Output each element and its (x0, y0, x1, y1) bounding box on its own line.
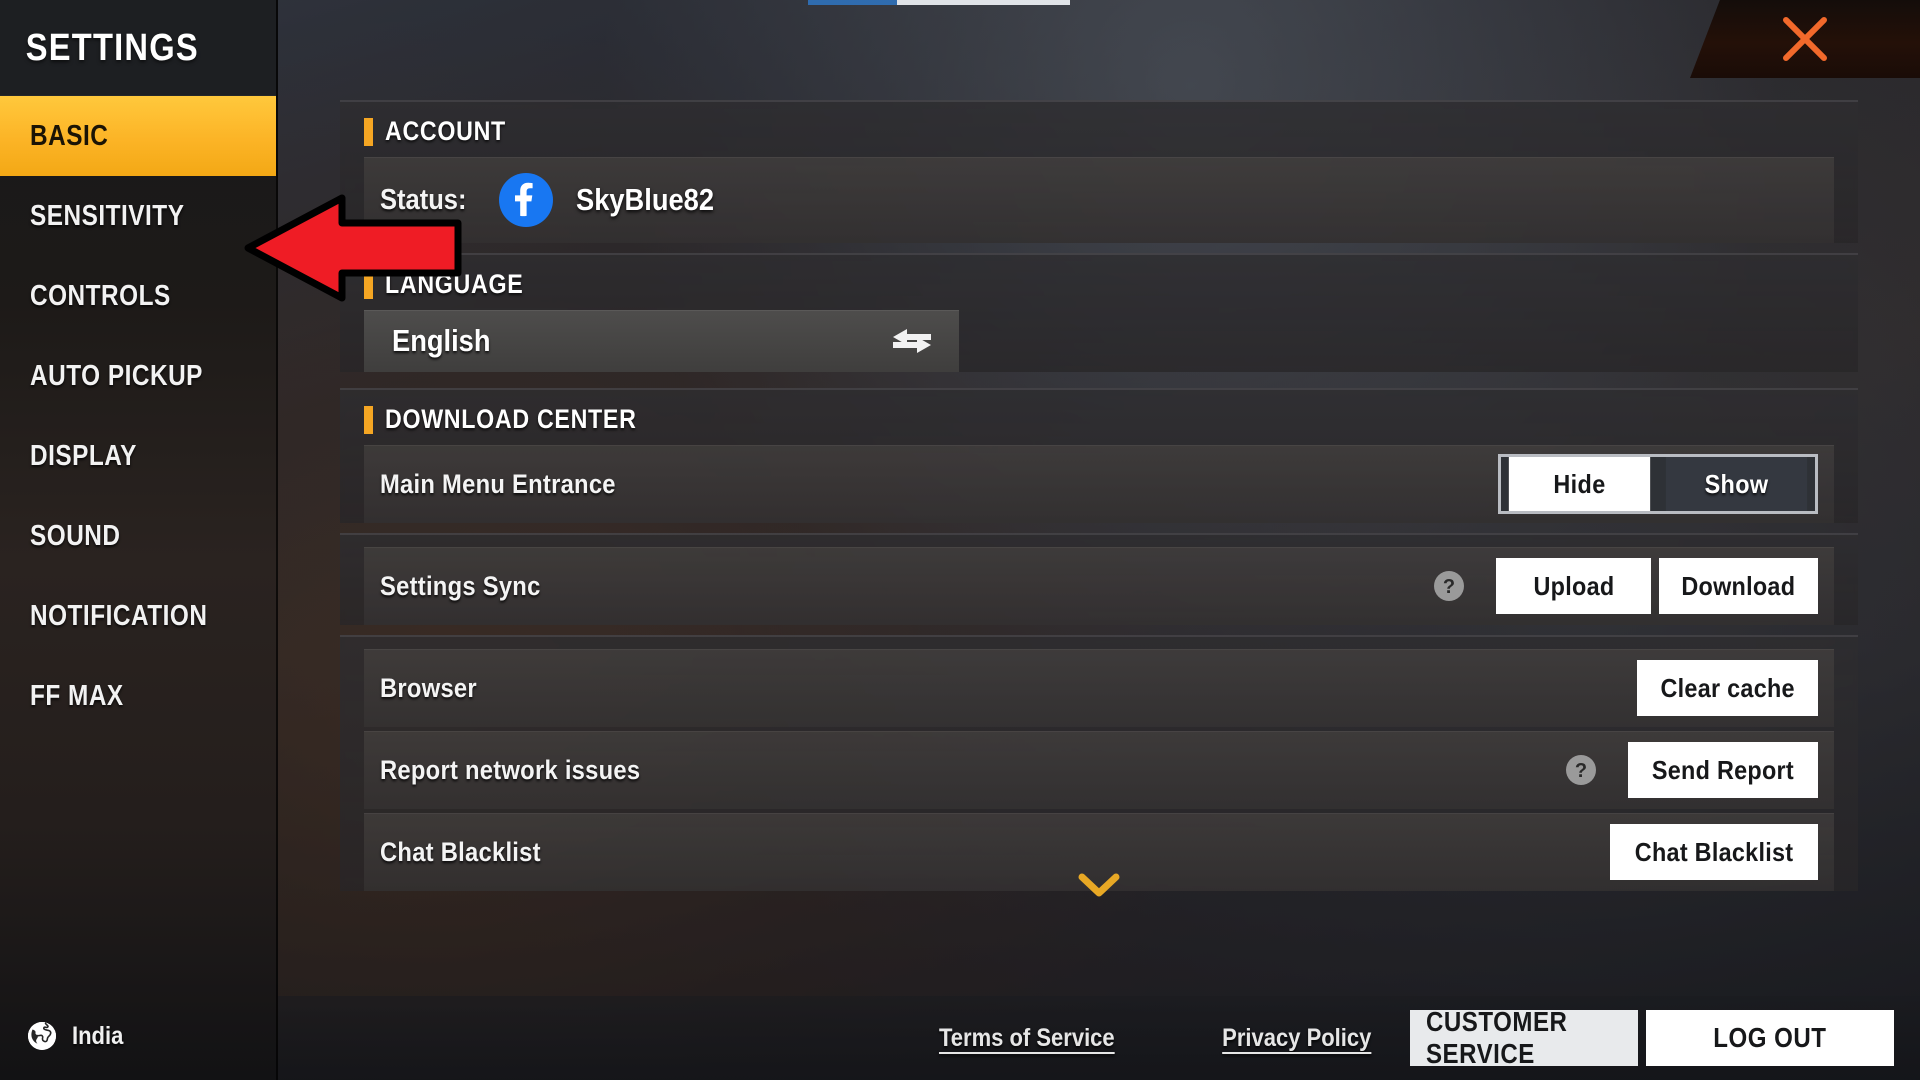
question-mark-icon[interactable]: ? (1564, 753, 1598, 787)
chevron-down-icon[interactable] (1078, 873, 1120, 897)
customer-service-button[interactable]: CUSTOMER SERVICE (1410, 1006, 1638, 1069)
section-accent-bar (364, 405, 373, 434)
chat-blacklist-button-label: Chat Blacklist (1634, 836, 1794, 867)
facebook-icon (499, 173, 554, 227)
sidebar-nav: BASIC SENSITIVITY CONTROLS AUTO PICKUP D… (0, 96, 276, 736)
globe-icon (28, 1022, 56, 1050)
sidebar-item-display[interactable]: DISPLAY (0, 416, 276, 496)
sidebar-item-auto-pickup[interactable]: AUTO PICKUP (0, 336, 276, 416)
upload-button-label: Upload (1533, 570, 1615, 601)
section-language: LANGUAGE English (340, 253, 1858, 372)
svg-text:?: ? (1575, 760, 1587, 782)
section-account: ACCOUNT Status: SkyBlue82 (340, 100, 1858, 243)
close-x-icon (1783, 17, 1827, 61)
send-report-button-label: Send Report (1652, 754, 1795, 785)
section-misc: Browser Clear cache Report network issue… (340, 635, 1858, 897)
section-title: ACCOUNT (385, 116, 506, 146)
region-label: India (72, 1021, 124, 1050)
swap-arrows-icon (893, 329, 931, 353)
account-status-row: Status: SkyBlue82 (364, 157, 1834, 243)
language-value: English (392, 323, 491, 358)
clear-cache-button-label: Clear cache (1660, 672, 1795, 703)
footer-bar: Terms of Service Privacy Policy CUSTOMER… (278, 996, 1920, 1080)
sidebar-item-label: DISPLAY (30, 439, 137, 472)
chat-blacklist-button[interactable]: Chat Blacklist (1609, 824, 1818, 880)
main-menu-entrance-toggle[interactable]: Hide Show (1498, 454, 1818, 514)
terms-of-service-link[interactable]: Terms of Service (939, 1024, 1115, 1053)
upload-button[interactable]: Upload (1496, 558, 1652, 614)
row-browser: Browser Clear cache (364, 649, 1834, 727)
logout-button-label: LOG OUT (1713, 1022, 1827, 1053)
settings-sidebar: SETTINGS BASIC SENSITIVITY CONTROLS AUTO… (0, 0, 278, 1080)
section-settings-sync: Settings Sync ? Upload Download (340, 533, 1858, 625)
settings-screen: SETTINGS BASIC SENSITIVITY CONTROLS AUTO… (0, 0, 1920, 1080)
row-label: Report network issues (380, 754, 641, 785)
svg-text:?: ? (1443, 576, 1455, 598)
customer-service-button-label: CUSTOMER SERVICE (1425, 1006, 1568, 1069)
row-label: Settings Sync (380, 570, 541, 601)
row-label: Browser (380, 672, 477, 703)
section-header-download-center: DOWNLOAD CENTER (340, 390, 1858, 445)
account-username: SkyBlue82 (576, 182, 715, 217)
logout-button[interactable]: LOG OUT (1646, 1010, 1894, 1066)
row-label: Main Menu Entrance (380, 468, 616, 499)
sidebar-item-label: AUTO PICKUP (30, 359, 203, 392)
sidebar-item-label: NOTIFICATION (30, 599, 208, 632)
section-accent-bar (364, 270, 373, 299)
sidebar-item-basic[interactable]: BASIC (0, 96, 276, 176)
section-download-center: DOWNLOAD CENTER Main Menu Entrance Hide … (340, 388, 1858, 523)
sidebar-header: SETTINGS (0, 0, 276, 96)
settings-content: ACCOUNT Status: SkyBlue82 LANGUAGE Engli… (278, 0, 1920, 1080)
sidebar-item-label: CONTROLS (30, 279, 171, 312)
download-button-label: Download (1681, 570, 1796, 601)
sidebar-item-controls[interactable]: CONTROLS (0, 256, 276, 336)
section-title: LANGUAGE (385, 269, 524, 299)
sidebar-item-label: FF MAX (30, 679, 124, 712)
row-main-menu-entrance: Main Menu Entrance Hide Show (364, 445, 1834, 523)
section-accent-bar (364, 117, 373, 146)
sidebar-item-sound[interactable]: SOUND (0, 496, 276, 576)
sidebar-item-notification[interactable]: NOTIFICATION (0, 576, 276, 656)
row-label: Chat Blacklist (380, 836, 541, 867)
clear-cache-button[interactable]: Clear cache (1636, 660, 1818, 716)
toggle-option-show[interactable]: Show (1665, 457, 1808, 511)
send-report-button[interactable]: Send Report (1628, 742, 1818, 798)
toggle-option-hide[interactable]: Hide (1508, 457, 1651, 511)
sidebar-item-label: SENSITIVITY (30, 199, 185, 232)
section-header-account: ACCOUNT (340, 102, 1858, 157)
sidebar-item-sensitivity[interactable]: SENSITIVITY (0, 176, 276, 256)
download-button[interactable]: Download (1659, 558, 1818, 614)
region-indicator[interactable]: India (26, 1020, 130, 1052)
account-status-label: Status: (380, 183, 467, 216)
question-mark-icon[interactable]: ? (1432, 569, 1466, 603)
section-header-language: LANGUAGE (340, 255, 1858, 310)
row-report-network-issues: Report network issues ? Send Report (364, 731, 1834, 809)
page-title: SETTINGS (25, 26, 199, 69)
close-button[interactable] (1690, 0, 1920, 78)
sidebar-item-ff-max[interactable]: FF MAX (0, 656, 276, 736)
sidebar-item-label: SOUND (30, 519, 121, 552)
section-title: DOWNLOAD CENTER (385, 404, 637, 434)
privacy-policy-link[interactable]: Privacy Policy (1223, 1024, 1372, 1053)
settings-panel: ACCOUNT Status: SkyBlue82 LANGUAGE Engli… (340, 100, 1858, 897)
sidebar-item-label: BASIC (30, 119, 109, 152)
language-selector[interactable]: English (364, 310, 959, 372)
row-settings-sync: Settings Sync ? Upload Download (364, 547, 1834, 625)
